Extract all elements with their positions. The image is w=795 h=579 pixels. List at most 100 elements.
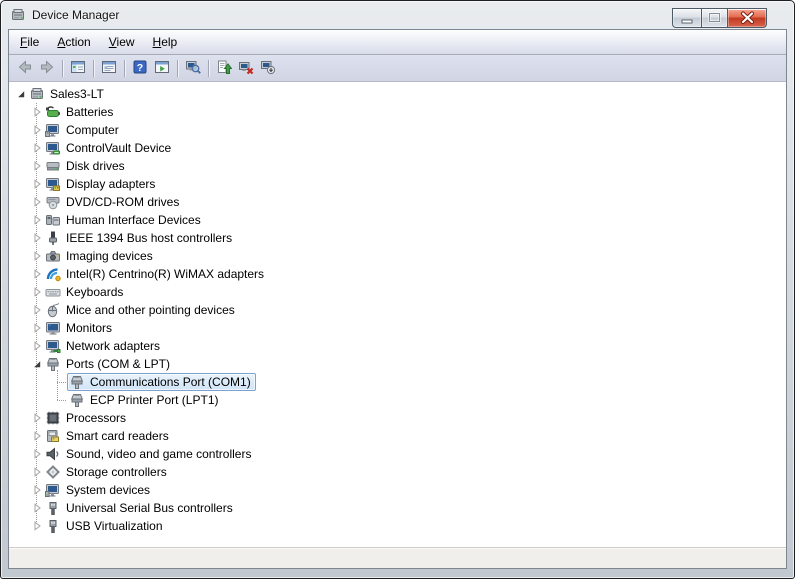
minimize-button[interactable] bbox=[672, 8, 701, 28]
back-button[interactable] bbox=[14, 57, 36, 79]
keyboard-icon bbox=[45, 284, 61, 300]
expand-arrow-icon[interactable] bbox=[31, 337, 43, 355]
expand-arrow-icon[interactable] bbox=[31, 211, 43, 229]
tree-row: Display adapters bbox=[9, 175, 786, 193]
tree-node[interactable]: Keyboards bbox=[43, 283, 128, 301]
system-device-icon bbox=[45, 482, 61, 498]
update-driver-software-button[interactable] bbox=[213, 57, 235, 79]
expand-arrow-icon[interactable] bbox=[31, 193, 43, 211]
collapse-arrow-icon[interactable] bbox=[15, 85, 27, 103]
expand-arrow-icon[interactable] bbox=[31, 265, 43, 283]
expand-arrow-icon[interactable] bbox=[31, 319, 43, 337]
tree-node[interactable]: Storage controllers bbox=[43, 463, 172, 481]
client-area: File Action View Help ? Sales3-LT Batteries C… bbox=[8, 29, 787, 569]
expand-arrow-icon[interactable] bbox=[31, 481, 43, 499]
tree-node[interactable]: Communications Port (COM1) bbox=[67, 373, 256, 391]
action-pane-icon bbox=[154, 59, 170, 78]
tree-node[interactable]: Display adapters bbox=[43, 175, 160, 193]
tree-node[interactable]: Human Interface Devices bbox=[43, 211, 206, 229]
tree-node[interactable]: DVD/CD-ROM drives bbox=[43, 193, 184, 211]
menu-file[interactable]: File bbox=[11, 30, 48, 54]
expand-arrow-icon[interactable] bbox=[31, 175, 43, 193]
window-controls bbox=[672, 8, 767, 28]
scan-for-hardware-changes-button[interactable] bbox=[182, 57, 204, 79]
tree-node[interactable]: Monitors bbox=[43, 319, 117, 337]
expand-arrow-icon[interactable] bbox=[31, 517, 43, 535]
tree-node[interactable]: Universal Serial Bus controllers bbox=[43, 499, 238, 517]
maximize-button[interactable] bbox=[701, 8, 728, 28]
expand-arrow-icon[interactable] bbox=[31, 103, 43, 121]
smartcard-reader-icon bbox=[45, 428, 61, 444]
collapse-arrow-icon[interactable] bbox=[31, 355, 43, 373]
expand-arrow-icon[interactable] bbox=[31, 445, 43, 463]
tree-node[interactable]: Disk drives bbox=[43, 157, 130, 175]
imaging-device-icon bbox=[45, 248, 61, 264]
expand-arrow-icon[interactable] bbox=[31, 409, 43, 427]
device-tree-area[interactable]: Sales3-LT Batteries Computer ControlVault D… bbox=[9, 82, 786, 547]
expand-arrow-icon[interactable] bbox=[31, 283, 43, 301]
tree-node[interactable]: System devices bbox=[43, 481, 155, 499]
expand-arrow-icon[interactable] bbox=[31, 139, 43, 157]
tree-node[interactable]: Computer bbox=[43, 121, 124, 139]
tree-node[interactable]: Processors bbox=[43, 409, 131, 427]
tree-node[interactable]: Batteries bbox=[43, 103, 118, 121]
expand-arrow-icon[interactable] bbox=[31, 499, 43, 517]
forward-button[interactable] bbox=[36, 57, 58, 79]
expand-arrow-icon[interactable] bbox=[31, 301, 43, 319]
close-button[interactable] bbox=[728, 8, 767, 28]
toolbar-separator bbox=[124, 59, 125, 77]
tree-node-label: Display adapters bbox=[66, 177, 156, 191]
expand-arrow-icon[interactable] bbox=[31, 229, 43, 247]
show-hide-console-tree-button[interactable] bbox=[67, 57, 89, 79]
tree-node[interactable]: Sound, video and game controllers bbox=[43, 445, 256, 463]
tree-node[interactable]: Sales3-LT bbox=[27, 85, 109, 103]
menu-help[interactable]: Help bbox=[144, 30, 187, 54]
svg-text:?: ? bbox=[137, 62, 143, 74]
expand-arrow-icon[interactable] bbox=[31, 427, 43, 445]
tree-node[interactable]: Imaging devices bbox=[43, 247, 158, 265]
uninstall-device-button[interactable] bbox=[235, 57, 257, 79]
wimax-adapter-icon bbox=[45, 266, 61, 282]
expand-arrow-icon[interactable] bbox=[31, 247, 43, 265]
tree-row: ECP Printer Port (LPT1) bbox=[9, 391, 786, 409]
properties-button[interactable] bbox=[98, 57, 120, 79]
toolbar-separator bbox=[93, 59, 94, 77]
show-action-pane-button[interactable] bbox=[151, 57, 173, 79]
tree-node[interactable]: IEEE 1394 Bus host controllers bbox=[43, 229, 237, 247]
tree-node[interactable]: ControlVault Device bbox=[43, 139, 176, 157]
tree-row: Communications Port (COM1) bbox=[9, 373, 786, 391]
port-icon bbox=[45, 356, 61, 372]
tree-row: Imaging devices bbox=[9, 247, 786, 265]
tree-row: Smart card readers bbox=[9, 427, 786, 445]
expand-arrow-icon[interactable] bbox=[31, 463, 43, 481]
titlebar[interactable]: Device Manager bbox=[1, 1, 794, 29]
tree-node[interactable]: USB Virtualization bbox=[43, 517, 168, 535]
tree-node[interactable]: Smart card readers bbox=[43, 427, 174, 445]
menu-view[interactable]: View bbox=[100, 30, 144, 54]
network-adapter-icon bbox=[45, 338, 61, 354]
computer-icon bbox=[45, 122, 61, 138]
tree-node[interactable]: Intel(R) Centrino(R) WiMAX adapters bbox=[43, 265, 269, 283]
tree-node[interactable]: Mice and other pointing devices bbox=[43, 301, 240, 319]
usb-controller-icon bbox=[45, 500, 61, 516]
disable-device-button[interactable] bbox=[257, 57, 279, 79]
expand-arrow-icon[interactable] bbox=[31, 121, 43, 139]
tree-node-label: Human Interface Devices bbox=[66, 213, 201, 227]
menu-action[interactable]: Action bbox=[48, 30, 99, 54]
tree-node-label: Sound, video and game controllers bbox=[66, 447, 252, 461]
tree-node[interactable]: ECP Printer Port (LPT1) bbox=[67, 391, 223, 409]
tree-node-label: IEEE 1394 Bus host controllers bbox=[66, 231, 233, 245]
tree-row: USB Virtualization bbox=[9, 517, 786, 535]
twisty-placeholder bbox=[55, 391, 67, 409]
tree-node[interactable]: Ports (COM & LPT) bbox=[43, 355, 175, 373]
tree-node[interactable]: Network adapters bbox=[43, 337, 165, 355]
expand-arrow-icon[interactable] bbox=[31, 157, 43, 175]
help-button[interactable]: ? bbox=[129, 57, 151, 79]
